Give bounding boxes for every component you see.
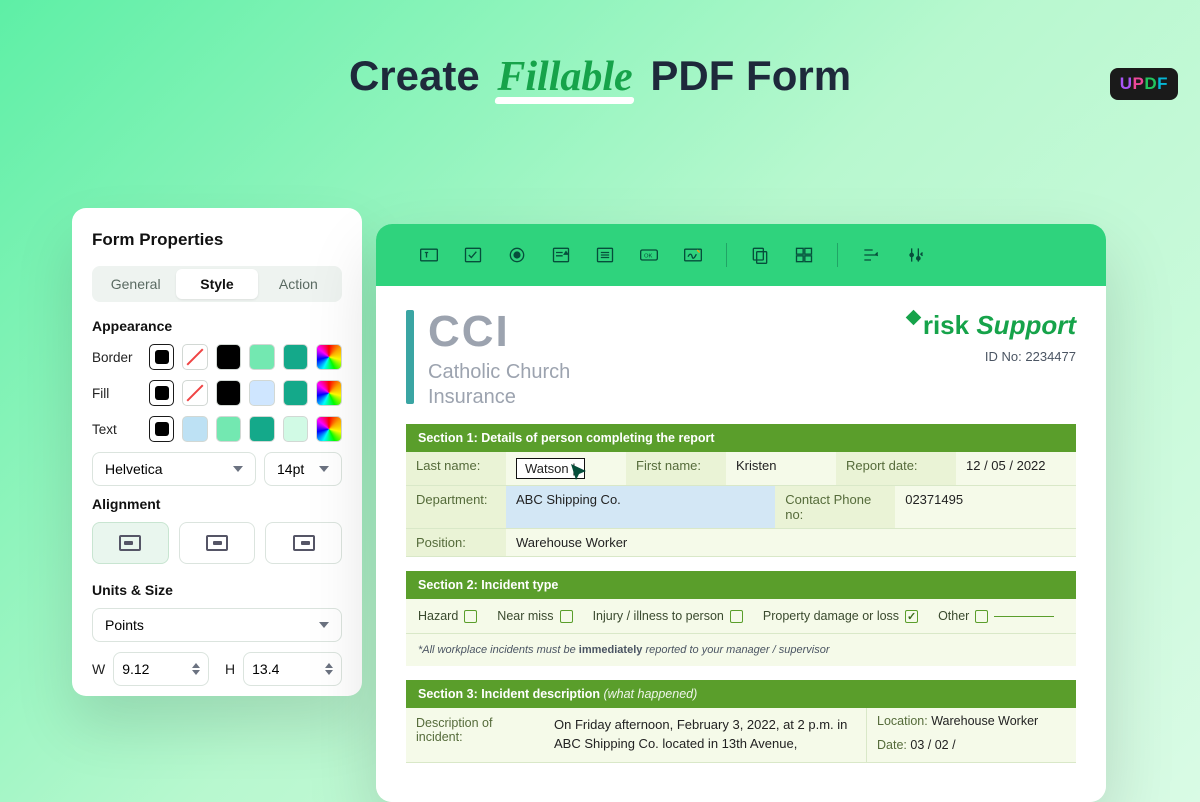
text-swatch-sky[interactable] xyxy=(182,416,208,442)
description-field[interactable]: On Friday afternoon, February 3, 2022, a… xyxy=(548,708,866,762)
border-swatch-mint[interactable] xyxy=(249,344,275,370)
other-checkbox[interactable] xyxy=(975,610,988,623)
tab-style[interactable]: Style xyxy=(176,269,257,299)
fill-swatch-lightblue[interactable] xyxy=(249,380,275,406)
properties-tabs: General Style Action xyxy=(92,266,342,302)
border-row: Border xyxy=(92,344,342,370)
location-field[interactable]: Warehouse Worker xyxy=(931,714,1038,728)
align-tools-icon[interactable] xyxy=(860,245,882,265)
alignment-label: Alignment xyxy=(92,496,342,512)
fill-swatch-none[interactable] xyxy=(182,380,208,406)
svg-text:OK: OK xyxy=(644,254,653,260)
grid-icon[interactable] xyxy=(793,245,815,265)
align-left-button[interactable] xyxy=(92,522,169,564)
text-swatch-teal[interactable] xyxy=(249,416,275,442)
hazard-checkbox[interactable] xyxy=(464,610,477,623)
text-swatch-mint[interactable] xyxy=(216,416,242,442)
border-swatch-solid-black[interactable] xyxy=(216,344,242,370)
section1-header: Section 1: Details of person completing … xyxy=(406,424,1076,452)
align-right-button[interactable] xyxy=(265,522,342,564)
hero-title: Create Fillable PDF Form xyxy=(0,52,1200,101)
signature-icon[interactable] xyxy=(682,245,704,265)
text-field-icon[interactable] xyxy=(418,245,440,265)
property-checkbox[interactable] xyxy=(905,610,918,623)
document-canvas: OK CCI Catholic ChurchInsurance risk Sup… xyxy=(376,224,1106,802)
app-logo: UPDF xyxy=(1110,68,1178,100)
border-swatch-teal[interactable] xyxy=(283,344,309,370)
border-swatch-none[interactable] xyxy=(182,344,208,370)
section2-header: Section 2: Incident type xyxy=(406,571,1076,599)
fontsize-select[interactable]: 14pt xyxy=(264,452,342,486)
incident-note: *All workplace incidents must be immedia… xyxy=(406,634,1076,666)
checkbox-icon[interactable] xyxy=(462,245,484,265)
brand-title: CCI xyxy=(428,310,570,354)
phone-field[interactable]: 02371495 xyxy=(895,486,1076,529)
fill-row: Fill xyxy=(92,380,342,406)
button-icon[interactable]: OK xyxy=(638,245,660,265)
units-select[interactable]: Points xyxy=(92,608,342,642)
height-input[interactable]: 13.4 xyxy=(243,652,342,686)
nearmiss-checkbox[interactable] xyxy=(560,610,573,623)
align-center-button[interactable] xyxy=(179,522,256,564)
border-swatch-black[interactable] xyxy=(149,344,175,370)
reportdate-field[interactable]: 12 / 05 / 2022 xyxy=(956,452,1076,486)
text-swatch-rainbow[interactable] xyxy=(316,416,342,442)
fill-swatch-black[interactable] xyxy=(149,380,175,406)
tab-action[interactable]: Action xyxy=(258,269,339,299)
width-input[interactable]: 9.12 xyxy=(113,652,209,686)
section3-header: Section 3: Incident description (what ha… xyxy=(406,680,1076,708)
risk-logo: risk Support xyxy=(908,310,1076,341)
fill-swatch-solid-black[interactable] xyxy=(216,380,242,406)
text-swatch-pale[interactable] xyxy=(283,416,309,442)
border-swatch-rainbow[interactable] xyxy=(316,344,342,370)
department-field[interactable]: ABC Shipping Co. xyxy=(506,486,775,529)
settings-icon[interactable] xyxy=(904,245,926,265)
injury-checkbox[interactable] xyxy=(730,610,743,623)
tab-general[interactable]: General xyxy=(95,269,176,299)
form-properties-panel: Form Properties General Style Action App… xyxy=(72,208,362,696)
units-label: Units & Size xyxy=(92,582,342,598)
fill-swatch-rainbow[interactable] xyxy=(316,380,342,406)
text-swatch-black[interactable] xyxy=(149,416,175,442)
duplicate-icon[interactable] xyxy=(749,245,771,265)
radio-icon[interactable] xyxy=(506,245,528,265)
form-toolbar: OK xyxy=(376,224,1106,286)
listbox-icon[interactable] xyxy=(594,245,616,265)
firstname-field[interactable]: Kristen xyxy=(726,452,836,486)
lastname-field[interactable]: Watson | xyxy=(506,452,626,486)
dropdown-icon[interactable] xyxy=(550,245,572,265)
fill-swatch-teal[interactable] xyxy=(283,380,309,406)
panel-title: Form Properties xyxy=(92,230,342,250)
font-select[interactable]: Helvetica xyxy=(92,452,256,486)
text-row: Text xyxy=(92,416,342,442)
position-field[interactable]: Warehouse Worker xyxy=(506,529,1076,557)
appearance-label: Appearance xyxy=(92,318,342,334)
